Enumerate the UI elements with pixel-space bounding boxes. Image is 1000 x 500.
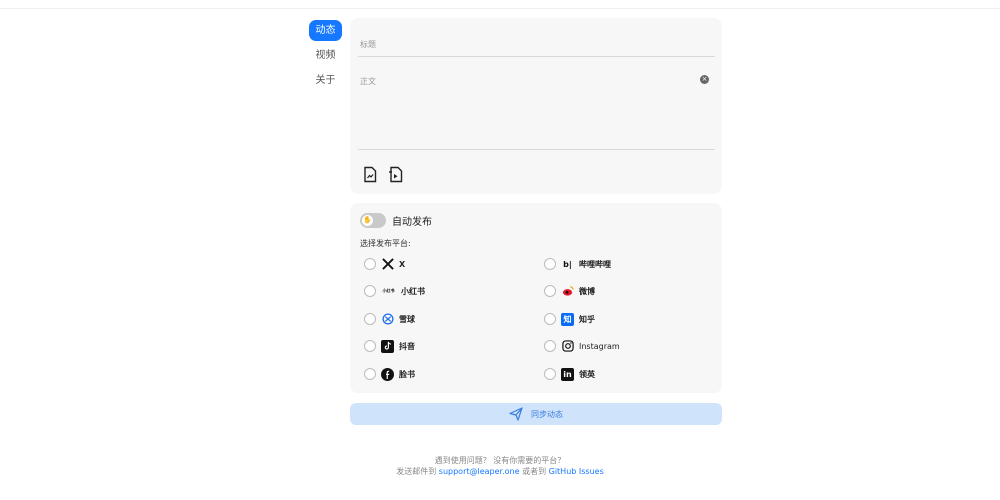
linkedin-logo-icon: in	[561, 367, 574, 381]
hand-icon: ✋	[362, 214, 373, 226]
platform-linkedin[interactable]: in 领英	[544, 367, 595, 381]
platform-label: 雪球	[399, 314, 415, 324]
facebook-logo-icon	[381, 367, 394, 381]
github-issues-link[interactable]: GitHub Issues	[549, 467, 604, 476]
platform-checkbox[interactable]	[364, 258, 376, 270]
platform-checkbox[interactable]	[364, 313, 376, 325]
platform-label: 脸书	[399, 369, 415, 379]
douyin-logo-icon	[381, 339, 394, 353]
editor-card: 标题 正文 ×	[350, 18, 722, 194]
platform-bilibili[interactable]: b| 哔哩哔哩	[544, 257, 611, 271]
support-email-link[interactable]: support@leaper.one	[439, 467, 520, 476]
add-video-file-icon[interactable]	[388, 166, 404, 183]
footer-prefix: 发送邮件到	[396, 467, 439, 476]
body-textarea[interactable]: 正文 ×	[358, 70, 715, 150]
xiaohongshu-logo-icon: 小红书	[382, 288, 395, 293]
nav-item-about[interactable]: 关于	[309, 70, 342, 91]
platform-douyin[interactable]: 抖音	[364, 339, 415, 353]
auto-publish-label: 自动发布	[392, 216, 432, 228]
body-placeholder: 正文	[360, 77, 376, 86]
platform-x[interactable]: X	[364, 257, 405, 271]
title-placeholder: 标题	[360, 40, 376, 49]
platform-checkbox[interactable]	[544, 340, 556, 352]
platform-checkbox[interactable]	[364, 340, 376, 352]
nav-item-video[interactable]: 视频	[309, 45, 342, 66]
platform-facebook[interactable]: 脸书	[364, 367, 415, 381]
platform-checkbox[interactable]	[544, 313, 556, 325]
nav-item-dynamic[interactable]: 动态	[309, 20, 342, 41]
platform-xueqiu[interactable]: 雪球	[364, 312, 415, 326]
publish-card: ✋ 自动发布 选择发布平台: X b| 哔哩哔哩 小红书 小红书 微博 雪球 知…	[350, 203, 722, 393]
platform-zhihu[interactable]: 知 知乎	[544, 312, 595, 326]
platform-label: 领英	[579, 369, 595, 379]
auto-publish-toggle[interactable]: ✋	[360, 212, 386, 228]
platform-label: Instagram	[579, 341, 620, 351]
top-divider	[0, 8, 1000, 9]
xueqiu-logo-icon	[381, 313, 394, 326]
platform-label: 抖音	[399, 341, 415, 351]
platform-label: X	[399, 259, 406, 269]
x-logo-icon	[381, 258, 394, 271]
platform-label: 微博	[579, 286, 595, 296]
zhihu-logo-icon: 知	[561, 312, 574, 326]
platform-checkbox[interactable]	[544, 285, 556, 297]
platform-weibo[interactable]: 微博	[544, 284, 595, 298]
bilibili-logo-icon: b|	[563, 259, 572, 269]
add-image-file-icon[interactable]	[362, 166, 378, 183]
footer-contact: 发送邮件到 support@leaper.one 或者到 GitHub Issu…	[0, 466, 1000, 477]
platform-instagram[interactable]: Instagram	[544, 339, 620, 353]
footer-middle: 或者到	[519, 467, 549, 476]
platform-checkbox[interactable]	[364, 368, 376, 380]
platform-label: 小红书	[401, 286, 425, 296]
choose-platforms-label: 选择发布平台:	[360, 239, 411, 248]
instagram-logo-icon	[561, 340, 574, 353]
platform-label: 知乎	[579, 314, 595, 324]
platform-checkbox[interactable]	[544, 368, 556, 380]
platform-checkbox[interactable]	[364, 285, 376, 297]
platform-label: 哔哩哔哩	[579, 259, 611, 269]
title-input[interactable]: 标题	[358, 33, 715, 57]
side-nav: 动态 视频 关于	[309, 20, 343, 95]
send-icon	[509, 407, 523, 421]
footer-help-text: 遇到使用问题？ 没有你需要的平台？	[434, 456, 566, 465]
weibo-logo-icon	[561, 285, 574, 298]
auto-publish-row: ✋ 自动发布	[360, 212, 432, 228]
clear-icon[interactable]: ×	[700, 75, 709, 84]
platform-xiaohongshu[interactable]: 小红书 小红书	[364, 284, 425, 298]
platform-checkbox[interactable]	[544, 258, 556, 270]
sync-post-label: 同步动态	[531, 409, 563, 419]
sync-post-button[interactable]: 同步动态	[350, 403, 722, 425]
